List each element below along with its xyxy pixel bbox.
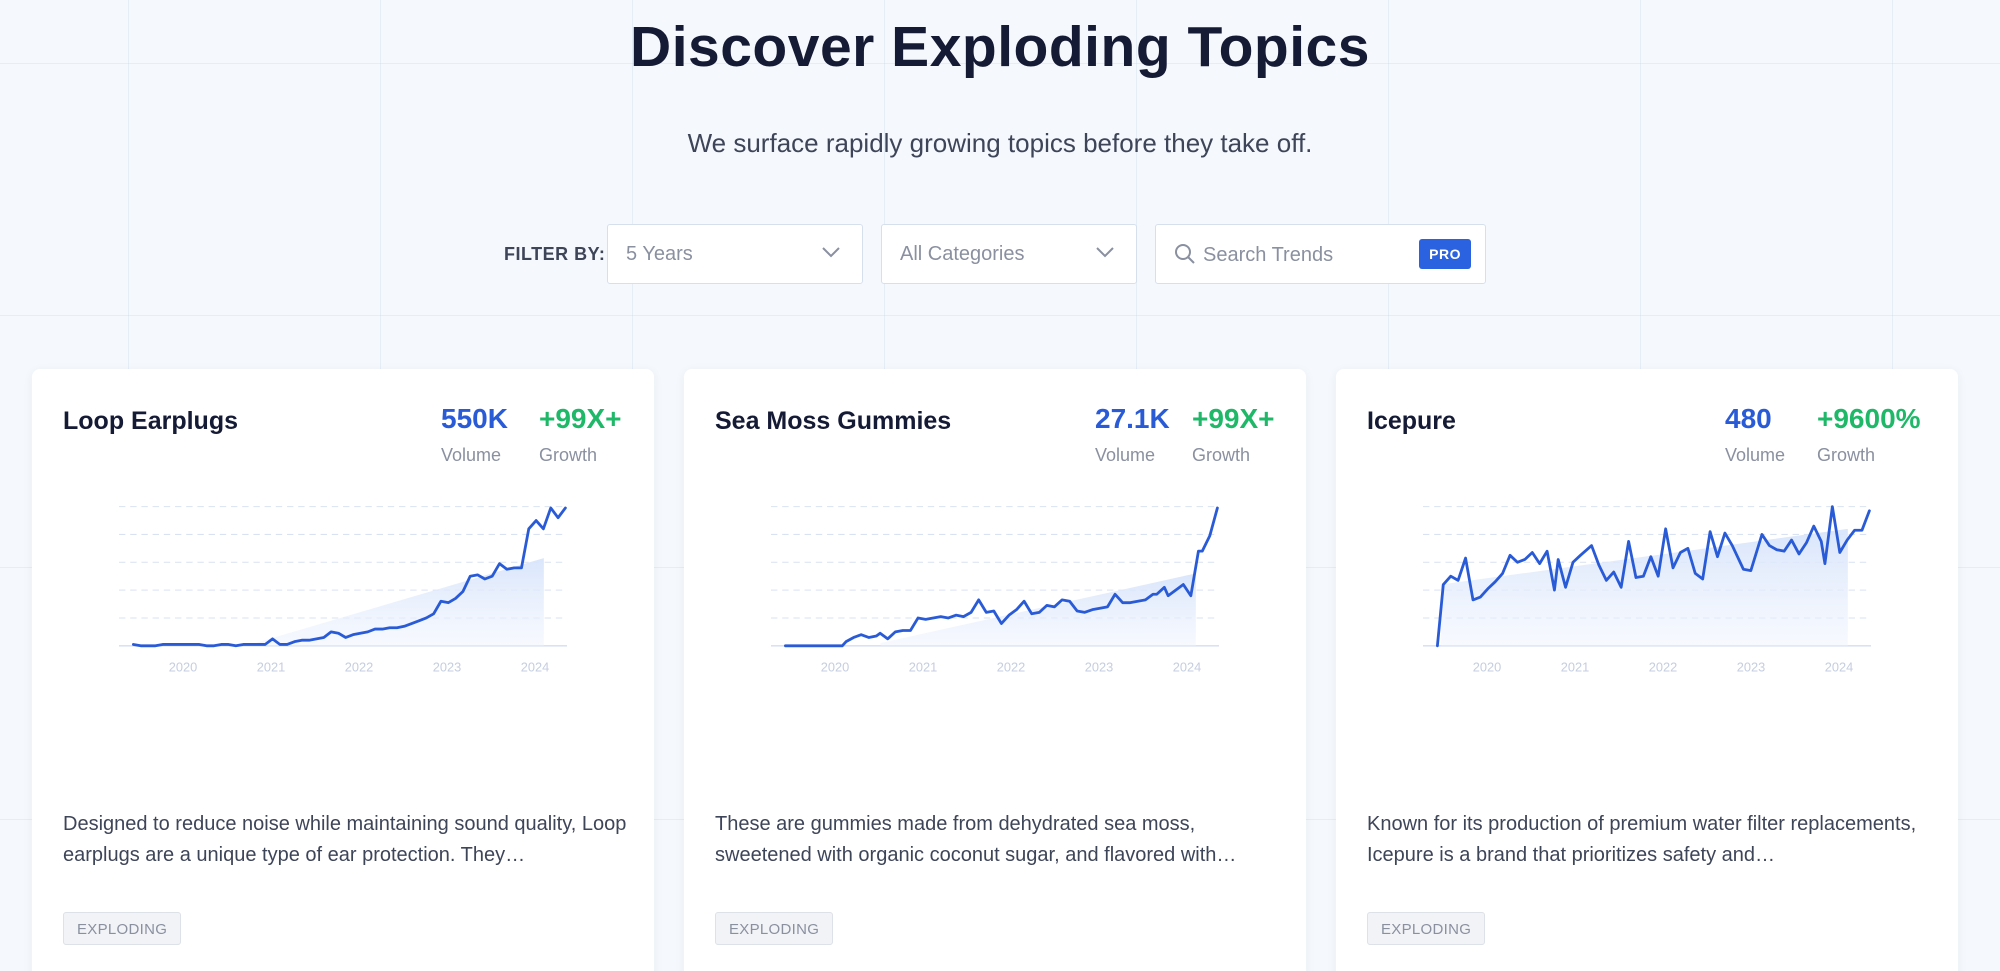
growth-label: Growth bbox=[1817, 445, 1876, 465]
x-tick-label: 2023 bbox=[433, 659, 461, 674]
topic-title[interactable]: Icepure bbox=[1367, 407, 1456, 436]
volume-value: 27.1K bbox=[1095, 403, 1170, 434]
chevron-down-icon bbox=[1096, 247, 1114, 258]
growth-value: +99X+ bbox=[539, 403, 622, 434]
volume-label: Volume bbox=[1725, 445, 1786, 465]
volume-value: 480 bbox=[1725, 403, 1772, 434]
pro-badge[interactable]: PRO bbox=[1419, 239, 1471, 269]
topic-title[interactable]: Loop Earplugs bbox=[63, 407, 238, 436]
x-tick-label: 2020 bbox=[821, 659, 849, 674]
growth-metric: +99X+ Growth bbox=[1192, 403, 1275, 466]
volume-label: Volume bbox=[1095, 445, 1156, 465]
time-range-value: 5 Years bbox=[626, 243, 693, 265]
trend-area bbox=[880, 573, 1196, 646]
topic-title[interactable]: Sea Moss Gummies bbox=[715, 407, 951, 436]
growth-label: Growth bbox=[1192, 445, 1251, 465]
topic-card[interactable]: Sea Moss Gummies 27.1K Volume +99X+ Grow… bbox=[684, 369, 1306, 971]
x-tick-label: 2024 bbox=[1825, 659, 1853, 674]
time-range-select[interactable]: 5 Years bbox=[607, 224, 863, 284]
volume-metric: 480 Volume bbox=[1725, 403, 1785, 466]
trend-chart: 2020 2021 2022 2023 2024 bbox=[119, 506, 567, 674]
status-badge: EXPLODING bbox=[63, 912, 182, 945]
x-tick-label: 2023 bbox=[1737, 659, 1765, 674]
growth-metric: +99X+ Growth bbox=[539, 403, 622, 466]
x-tick-label: 2022 bbox=[1649, 659, 1677, 674]
topic-card[interactable]: Loop Earplugs 550K Volume +99X+ Growth 2… bbox=[32, 369, 654, 971]
x-tick-label: 2020 bbox=[169, 659, 197, 674]
trend-chart: 2020 2021 2022 2023 2024 bbox=[771, 506, 1219, 674]
growth-value: +99X+ bbox=[1192, 403, 1275, 434]
status-badge: EXPLODING bbox=[1367, 912, 1486, 945]
x-tick-label: 2023 bbox=[1085, 659, 1113, 674]
growth-metric: +9600% Growth bbox=[1817, 403, 1921, 466]
search-placeholder: Search Trends bbox=[1203, 244, 1334, 266]
x-tick-label: 2022 bbox=[345, 659, 373, 674]
category-value: All Categories bbox=[900, 243, 1025, 265]
search-trends-input[interactable]: Search Trends PRO bbox=[1155, 224, 1486, 284]
growth-label: Growth bbox=[539, 445, 598, 465]
volume-label: Volume bbox=[441, 445, 502, 465]
growth-value: +9600% bbox=[1817, 403, 1921, 434]
chevron-down-icon bbox=[822, 247, 840, 258]
volume-value: 550K bbox=[441, 403, 508, 434]
volume-metric: 27.1K Volume bbox=[1095, 403, 1170, 466]
x-tick-label: 2022 bbox=[997, 659, 1025, 674]
page-title: Discover Exploding Topics bbox=[630, 15, 1370, 79]
page-subtitle: We surface rapidly growing topics before… bbox=[687, 128, 1313, 158]
x-tick-label: 2020 bbox=[1473, 659, 1501, 674]
topic-description: Designed to reduce noise while maintaini… bbox=[63, 813, 627, 866]
trend-area bbox=[250, 558, 544, 646]
status-badge: EXPLODING bbox=[715, 912, 834, 945]
x-tick-label: 2024 bbox=[521, 659, 549, 674]
trend-chart: 2020 2021 2022 2023 2024 bbox=[1423, 505, 1871, 674]
filter-label: FILTER BY: bbox=[504, 244, 606, 264]
x-tick-label: 2021 bbox=[257, 659, 285, 674]
topic-description: These are gummies made from dehydrated s… bbox=[715, 813, 1237, 866]
x-tick-label: 2021 bbox=[1561, 659, 1589, 674]
category-select[interactable]: All Categories bbox=[881, 224, 1137, 284]
x-tick-label: 2021 bbox=[909, 659, 937, 674]
filter-bar: FILTER BY: 5 Years All Categories Search… bbox=[0, 224, 2000, 284]
topic-card[interactable]: Icepure 480 Volume +9600% Growth 2020 202… bbox=[1336, 369, 1958, 971]
volume-metric: 550K Volume bbox=[441, 403, 508, 466]
x-tick-label: 2024 bbox=[1173, 659, 1201, 674]
search-icon bbox=[1175, 244, 1195, 264]
topic-description: Known for its production of premium wate… bbox=[1367, 813, 1917, 866]
